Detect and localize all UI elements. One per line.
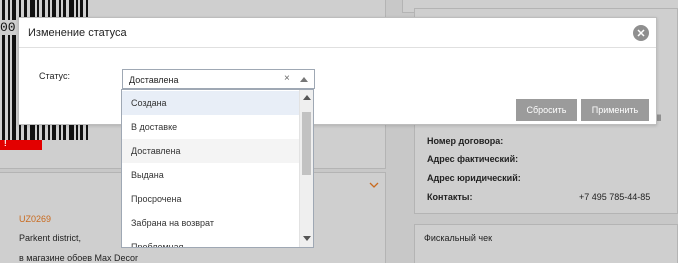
clear-icon[interactable]: × <box>284 74 290 84</box>
order-code[interactable]: UZ0269 <box>19 214 51 224</box>
scrollbar-thumb[interactable] <box>302 112 311 175</box>
dropdown-option[interactable]: Проблемная <box>122 235 299 247</box>
dropdown-option[interactable]: Просрочена <box>122 187 299 211</box>
scroll-down-icon[interactable] <box>303 236 311 241</box>
partial-text: ll <box>657 113 661 123</box>
actual-address-label: Адрес фактический: <box>427 154 519 164</box>
fiscal-receipt-title: Фискальный чек <box>424 233 493 243</box>
scroll-up-icon[interactable] <box>303 95 311 100</box>
close-icon <box>637 29 645 37</box>
status-label: Статус: <box>39 71 70 81</box>
chevron-down-icon[interactable] <box>369 180 379 190</box>
modal-header: Изменение статуса <box>19 18 656 48</box>
dropdown-scrollbar[interactable] <box>299 90 313 247</box>
status-dropdown: Создана В доставке Доставлена Выдана Про… <box>121 89 314 248</box>
dropdown-option[interactable]: Забрана на возврат <box>122 211 299 235</box>
dropdown-option[interactable]: Выдана <box>122 163 299 187</box>
contacts-value: +7 495 785-44-85 <box>579 192 651 202</box>
dropdown-option[interactable]: В доставке <box>122 115 299 139</box>
status-select-value: Доставлена <box>129 75 179 85</box>
address-line-1: Parkent district, <box>19 233 82 243</box>
reset-button[interactable]: Сбросить <box>516 99 577 121</box>
barcode-digits: 00 <box>0 20 18 35</box>
right-fiscal-panel <box>414 224 678 263</box>
modal-title: Изменение статуса <box>28 27 127 39</box>
red-badge: ! <box>0 139 42 150</box>
apply-button[interactable]: Применить <box>581 99 649 121</box>
contract-number-label: Номер договора: <box>427 136 504 146</box>
arrow-up-icon[interactable] <box>300 77 308 82</box>
dropdown-option[interactable]: Создана <box>122 91 299 115</box>
change-status-modal: Изменение статуса Статус: Доставлена × С… <box>18 17 657 125</box>
address-line-2: в магазине обоев Max Decor <box>19 253 139 263</box>
dropdown-option[interactable]: Доставлена <box>122 139 299 163</box>
red-badge-text: ! <box>4 139 7 148</box>
status-select[interactable]: Доставлена × <box>122 69 315 89</box>
contacts-label: Контакты: <box>427 192 473 202</box>
legal-address-label: Адрес юридический: <box>427 173 521 183</box>
close-button[interactable] <box>633 25 649 41</box>
